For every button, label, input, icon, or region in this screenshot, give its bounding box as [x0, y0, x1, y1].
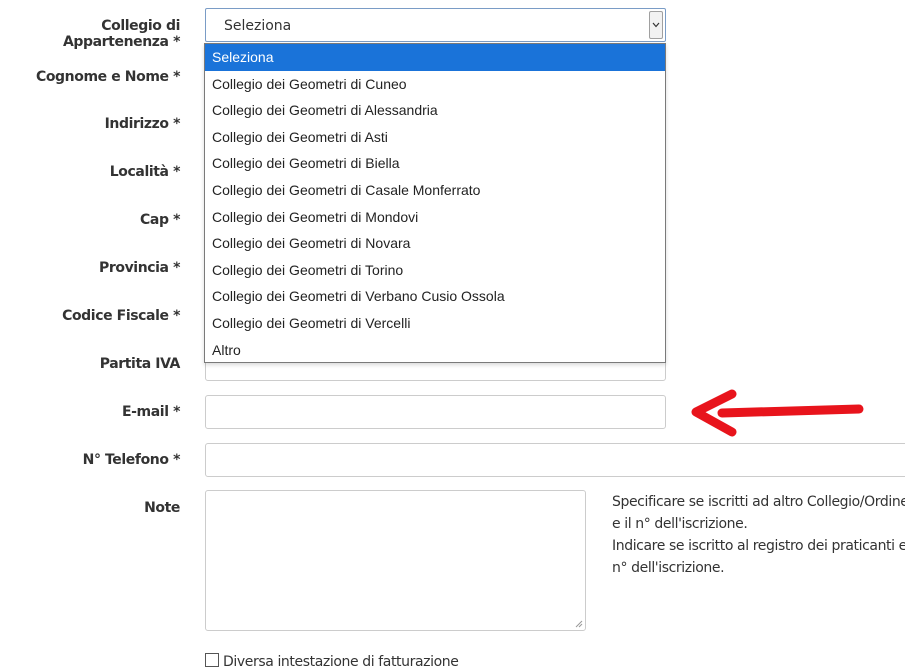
- telefono-label: N° Telefono *: [82, 452, 181, 468]
- note-label: Note: [144, 500, 180, 516]
- fatturazione-checkbox[interactable]: [205, 653, 219, 667]
- note-hint: Specificare se iscritti ad altro Collegi…: [612, 491, 905, 579]
- dropdown-option-altro[interactable]: Altro: [205, 337, 665, 364]
- provincia-label: Provincia *: [98, 260, 180, 276]
- telefono-input[interactable]: [205, 443, 905, 477]
- dropdown-option-torino[interactable]: Collegio dei Geometri di Torino: [205, 257, 665, 284]
- email-input[interactable]: [205, 395, 666, 429]
- dropdown-option-seleziona[interactable]: Seleziona: [205, 44, 665, 71]
- dropdown-option-cuneo[interactable]: Collegio dei Geometri di Cuneo: [205, 71, 665, 98]
- collegio-label: Collegio di Appartenenza *: [62, 18, 180, 50]
- localita-label: Località *: [109, 164, 181, 180]
- indirizzo-label: Indirizzo *: [104, 116, 181, 132]
- chevron-down-icon[interactable]: [649, 11, 663, 39]
- collegio-select-value: Seleziona: [224, 18, 292, 34]
- dropdown-option-novara[interactable]: Collegio dei Geometri di Novara: [205, 230, 665, 257]
- dropdown-option-verbano-cusio-ossola[interactable]: Collegio dei Geometri di Verbano Cusio O…: [205, 283, 665, 310]
- resize-grip-icon[interactable]: [575, 620, 583, 628]
- red-arrow-left-icon: [691, 389, 864, 437]
- dropdown-option-asti[interactable]: Collegio dei Geometri di Asti: [205, 124, 665, 151]
- dropdown-option-casale-monferrato[interactable]: Collegio dei Geometri di Casale Monferra…: [205, 177, 665, 204]
- note-hint-line1: Specificare se iscritti ad altro Collegi…: [612, 494, 905, 532]
- dropdown-option-alessandria[interactable]: Collegio dei Geometri di Alessandria: [205, 97, 665, 124]
- dropdown-option-mondovi[interactable]: Collegio dei Geometri di Mondovi: [205, 204, 665, 231]
- collegio-select[interactable]: Seleziona: [205, 8, 666, 42]
- cognome-nome-label: Cognome e Nome *: [35, 69, 180, 85]
- email-label: E-mail *: [121, 404, 180, 420]
- dropdown-option-biella[interactable]: Collegio dei Geometri di Biella: [205, 150, 665, 177]
- codice-fiscale-label: Codice Fiscale *: [62, 308, 180, 324]
- collegio-dropdown-list: Seleziona Collegio dei Geometri di Cuneo…: [204, 43, 666, 363]
- note-textarea[interactable]: [205, 490, 586, 631]
- dropdown-option-vercelli[interactable]: Collegio dei Geometri di Vercelli: [205, 310, 665, 337]
- cap-label: Cap *: [140, 212, 180, 228]
- fatturazione-checkbox-row[interactable]: Diversa intestazione di fatturazione: [205, 653, 459, 670]
- note-hint-line2: Indicare se iscritto al registro dei pra…: [612, 538, 905, 576]
- partita-iva-label: Partita IVA: [99, 356, 181, 372]
